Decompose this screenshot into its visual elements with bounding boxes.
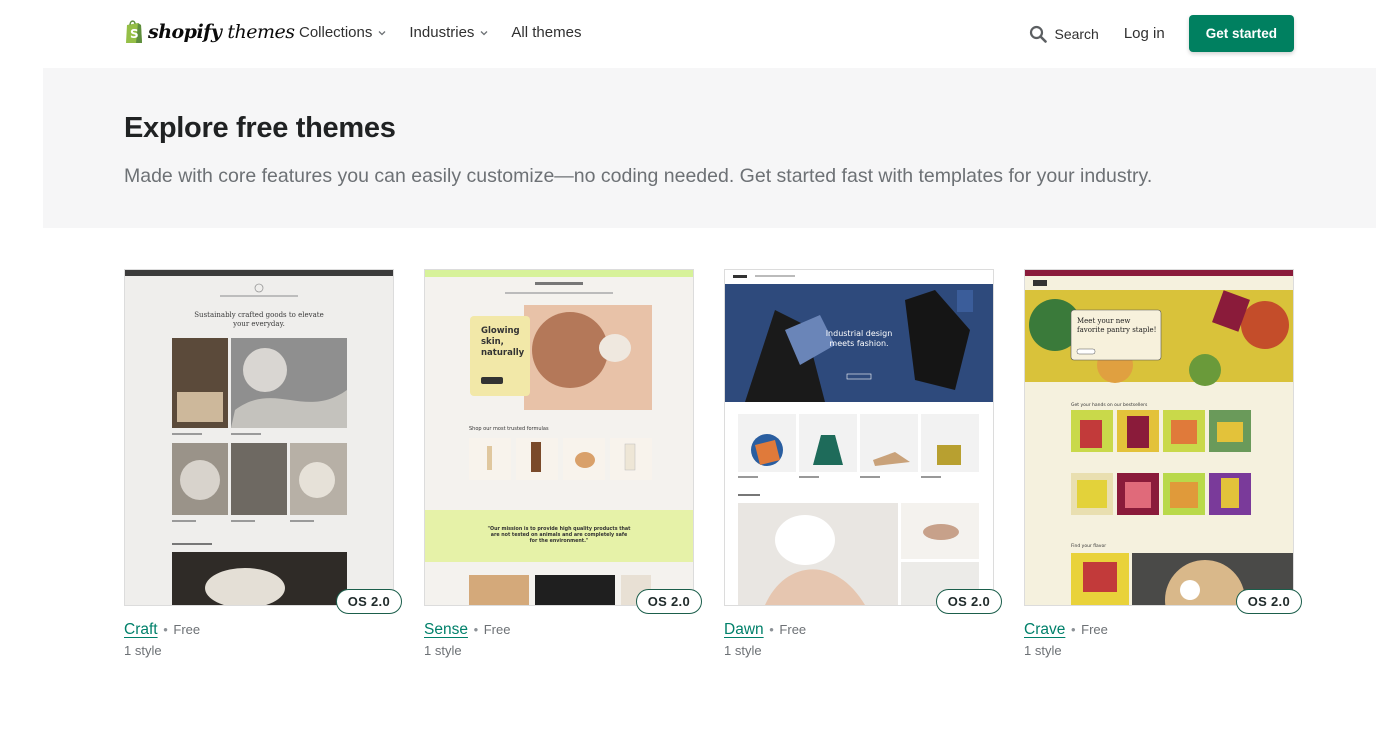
site-header: S shopify themes Collections Industries … [0,0,1391,68]
theme-styles-count: 1 style [124,643,162,658]
os-badge: OS 2.0 [935,589,1002,614]
crave-section-title: Get your hands on our bestsellers [1071,402,1148,408]
separator-dot: • [765,622,778,637]
brand-main-text: shopify [148,20,222,43]
theme-name-link[interactable]: Dawn [724,621,764,638]
sense-quote-3: for the environment." [530,538,589,544]
theme-styles-count: 1 style [724,643,762,658]
crave-section-title-2: Find your flavor [1071,543,1106,549]
theme-preview-crave[interactable]: Meet your new favorite pantry staple! Ge… [1024,269,1294,606]
separator-dot: • [159,622,172,637]
theme-card-dawn: Industrial design meets fashion. OS 2.0 … [724,269,1002,658]
separator-dot: • [1067,622,1080,637]
theme-preview-sense[interactable]: Glowing skin, naturally Shop our most tr… [424,269,694,606]
get-started-button[interactable]: Get started [1188,15,1294,52]
theme-card-sense: Glowing skin, naturally Shop our most tr… [424,269,702,658]
theme-preview-dawn[interactable]: Industrial design meets fashion. [724,269,994,606]
theme-styles-count: 1 style [424,643,462,658]
theme-name-link[interactable]: Sense [424,621,468,638]
nav-industries[interactable]: Industries [409,24,489,41]
theme-name-link[interactable]: Crave [1024,621,1065,638]
dawn-preview-image: Industrial design meets fashion. [725,270,993,605]
brand-sub-text: themes [227,20,295,43]
chevron-down-icon [480,30,488,35]
page-subtitle: Made with core features you can easily c… [124,165,1153,187]
search-button[interactable]: Search [1029,25,1099,43]
page-title: Explore free themes [124,112,396,144]
nav-collections-label: Collections [299,24,373,41]
dawn-headline-1: Industrial design [826,329,893,338]
theme-meta: Crave • Free [1024,621,1108,639]
theme-preview-craft[interactable]: Sustainably crafted goods to elevate you… [124,269,394,606]
shopify-themes-logo[interactable]: S shopify themes [124,19,295,44]
nav-industries-label: Industries [409,24,475,41]
search-label: Search [1054,25,1099,42]
sense-headline-1: Glowing [481,326,520,336]
sense-quote-1: "Our mission is to provide high quality … [488,526,632,532]
os-badge: OS 2.0 [1235,589,1302,614]
crave-headline-2: favorite pantry staple! [1077,326,1156,334]
craft-headline-1: Sustainably crafted goods to elevate [194,311,323,319]
theme-meta: Dawn • Free [724,621,806,639]
theme-card-crave: Meet your new favorite pantry staple! Ge… [1024,269,1302,658]
theme-styles-count: 1 style [1024,643,1062,658]
svg-text:S: S [130,27,139,41]
theme-name-link[interactable]: Craft [124,621,158,638]
nav-all-themes[interactable]: All themes [511,24,581,41]
nav-all-themes-label: All themes [511,24,582,41]
dawn-headline-2: meets fashion. [829,339,888,348]
header-actions: Search Log in Get started [1029,15,1294,52]
crave-headline-1: Meet your new [1077,317,1130,325]
sense-headline-2: skin, [481,337,504,347]
sense-preview-image: Glowing skin, naturally Shop our most tr… [425,270,693,605]
theme-card-craft: Sustainably crafted goods to elevate you… [124,269,402,658]
theme-price: Free [779,622,807,637]
search-icon [1030,25,1048,43]
craft-preview-image: Sustainably crafted goods to elevate you… [125,270,393,605]
theme-price: Free [173,622,201,637]
hero-section: Explore free themes Made with core featu… [43,68,1376,228]
theme-price: Free [483,622,511,637]
sense-section-title: Shop our most trusted formulas [469,426,549,432]
theme-meta: Craft • Free [124,621,200,639]
main-nav: Collections Industries All themes [299,24,603,41]
os-badge: OS 2.0 [335,589,402,614]
os-badge: OS 2.0 [635,589,702,614]
crave-preview-image: Meet your new favorite pantry staple! Ge… [1025,270,1293,605]
chevron-down-icon [378,30,386,35]
nav-collections[interactable]: Collections [299,24,387,41]
sense-headline-3: naturally [481,348,525,358]
theme-price: Free [1081,622,1108,637]
craft-headline-2: your everyday. [232,320,285,328]
shopify-bag-icon: S [126,20,142,43]
login-link[interactable]: Log in [1124,25,1165,42]
sense-quote-2: are not tested on animals and are comple… [491,532,628,538]
separator-dot: • [469,622,482,637]
theme-meta: Sense • Free [424,621,510,639]
